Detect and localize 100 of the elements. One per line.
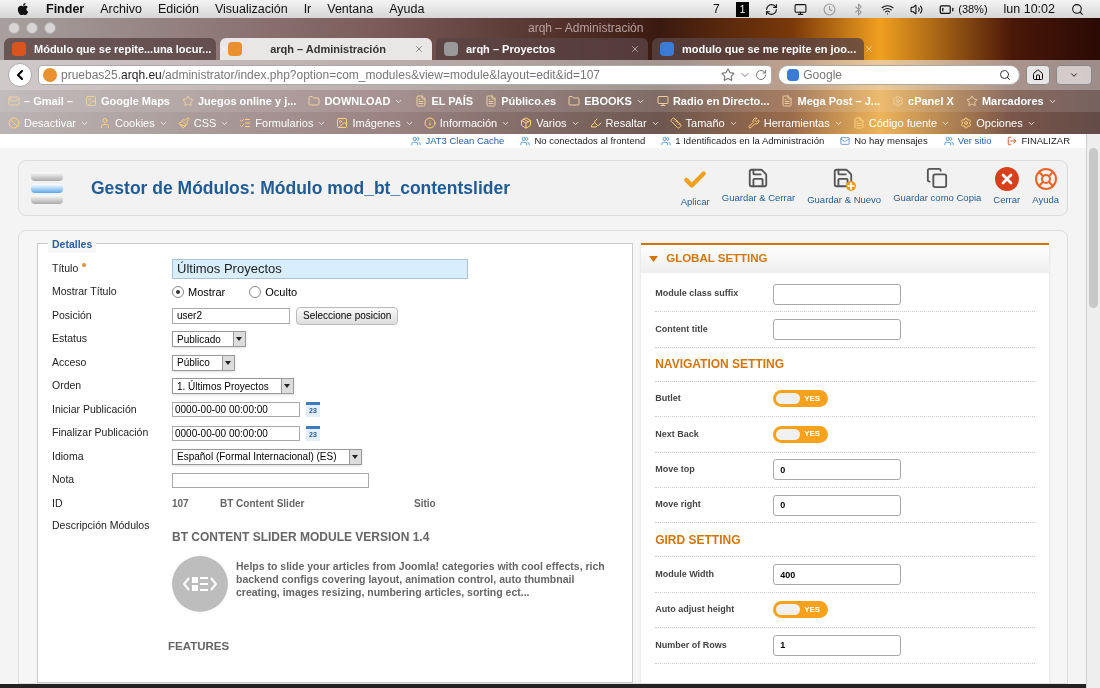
menu-item[interactable]: Ayuda [389, 0, 425, 19]
status-link[interactable]: JAT3 Clean Cache [425, 133, 505, 149]
field-label: Idioma [52, 448, 84, 464]
radio-button[interactable] [172, 286, 184, 299]
sync-icon[interactable] [765, 2, 779, 16]
toolbar-menu[interactable]: Resaltar [605, 114, 647, 132]
setting-field[interactable] [773, 319, 902, 341]
window-control[interactable] [26, 22, 38, 34]
caret-icon [236, 337, 243, 342]
toolbar-button[interactable]: Cerrar [993, 166, 1021, 210]
toolbar-menu[interactable]: Herramientas [763, 114, 830, 132]
home-button[interactable] [1026, 65, 1051, 85]
bookmark-label: Radio en Directo... [672, 93, 770, 109]
window-control[interactable] [44, 22, 56, 34]
menu-item[interactable]: Finder [46, 0, 85, 19]
search-field[interactable]: Google [778, 65, 1021, 85]
close-icon[interactable] [414, 44, 424, 54]
toolbar-menu[interactable]: Imágenes [352, 114, 401, 132]
bookmark-star-icon[interactable] [721, 68, 736, 82]
dropdown[interactable]: Publicado [172, 331, 246, 348]
scrollbar[interactable] [1086, 134, 1100, 688]
status-item: No hay mensajes [854, 133, 928, 148]
setting-field[interactable]: 0 [773, 494, 902, 516]
toolbar-button[interactable]: Guardar como Copia [893, 166, 982, 210]
bookmark[interactable]: Marcadores [965, 92, 1057, 110]
wifi-icon[interactable] [881, 2, 895, 16]
setting-field[interactable]: 1 [773, 634, 902, 656]
menu-item[interactable]: Archivo [100, 0, 142, 19]
setting-field[interactable]: 0 [773, 459, 902, 481]
volume-icon[interactable] [910, 2, 924, 16]
setting-field[interactable] [773, 283, 902, 305]
menu-item[interactable]: Edición [157, 0, 199, 19]
back-button[interactable] [8, 63, 32, 87]
bookmark[interactable]: Radio en Directo... [656, 92, 770, 110]
toolbar-menu[interactable]: Varios [536, 114, 567, 132]
menu-item[interactable]: Ventana [327, 0, 374, 19]
bookmark[interactable]: EBOOKS [568, 92, 645, 110]
title-field[interactable]: Últimos Proyectos [172, 258, 468, 279]
dropdown[interactable]: Público [172, 354, 235, 371]
address-field[interactable]: pruebas25.arqh.eu/administrator/index.php?option=com_modules&view=module&layout=edit&id=107 [38, 65, 773, 85]
radio-button[interactable] [249, 286, 262, 299]
toolbar-button[interactable]: Guardar & Cerrar [721, 166, 796, 210]
bookmark-label: DOWNLOAD [324, 93, 391, 109]
badge-status[interactable]: 7 [712, 0, 720, 18]
dropdown[interactable]: 1. Últimos Proyectos [172, 378, 294, 395]
bookmark-icon [781, 95, 794, 107]
clock-icon[interactable] [823, 2, 837, 16]
tab-title: arqh – Proyectos [466, 41, 557, 57]
browser-tab[interactable]: arqh – Administración [220, 38, 432, 60]
close-icon[interactable] [630, 44, 640, 54]
search-icon[interactable] [1071, 2, 1084, 16]
toolbar-icon[interactable] [589, 117, 602, 129]
radio-option[interactable]: Oculto [249, 284, 298, 301]
window-control[interactable] [8, 22, 20, 34]
toolbar-icon[interactable] [423, 117, 436, 129]
search-icon[interactable] [999, 69, 1012, 81]
status-link[interactable]: Ver sitio [957, 133, 992, 149]
close-icon[interactable] [864, 44, 875, 54]
desktop-status[interactable]: 1 [735, 1, 750, 17]
toolbar-icon[interactable] [336, 117, 349, 129]
note-field[interactable] [172, 472, 369, 488]
reload-icon[interactable] [755, 69, 768, 81]
bookmark-icon [965, 95, 978, 107]
menu-clock[interactable]: lun 10:02 [1003, 0, 1055, 19]
menu-item[interactable]: Visualización [214, 0, 288, 19]
toolbar-menu[interactable]: Información [439, 114, 498, 132]
bookmark[interactable]: Público.es [485, 92, 557, 110]
position-field[interactable]: user2 [172, 307, 290, 324]
users-icon [661, 136, 672, 146]
setting-field[interactable]: 400 [773, 564, 902, 586]
toolbar-button[interactable]: Aplicar [680, 166, 710, 210]
field-label: Acceso [52, 354, 87, 370]
display-icon[interactable] [794, 2, 808, 16]
toolbar-icon[interactable] [520, 117, 533, 129]
bookmark-icon [892, 95, 904, 107]
toolbar-button[interactable]: Ayuda [1032, 166, 1059, 210]
menu-item[interactable]: Ir [303, 0, 312, 19]
dropdown[interactable]: Español (Formal Internacional) (ES) [172, 448, 362, 465]
caret-icon [1069, 70, 1080, 80]
setting-label: Content title [655, 322, 709, 336]
select-position-button[interactable]: Seleccione posicion [296, 306, 399, 325]
radio-option[interactable]: Mostrar [172, 284, 226, 301]
field-label: Mostrar Título [52, 284, 117, 300]
bookmark-label: Mega Post – J... [797, 93, 880, 109]
apple-icon[interactable] [16, 2, 30, 16]
addon-button[interactable] [1056, 65, 1092, 85]
setting-label: Module Width [655, 567, 716, 581]
bookmark-label: Google Maps [100, 93, 170, 109]
toolbar-icon[interactable] [960, 117, 973, 129]
browser-tab[interactable]: arqh – Proyectos [436, 38, 648, 60]
bookmark[interactable]: EL PAÍS [415, 92, 474, 110]
toolbar-menu[interactable]: Tamaño [685, 114, 725, 132]
toolbar-button[interactable]: Guardar & Nuevo [807, 166, 882, 210]
toolbar-icon[interactable] [747, 117, 760, 129]
toolbar-menu[interactable]: Opciones [976, 114, 1023, 132]
date-field[interactable]: 0000-00-00 00:00:00 [172, 402, 300, 418]
toolbar-icon[interactable] [669, 117, 682, 129]
toolbar-icon[interactable] [239, 117, 252, 129]
search-engine-icon [787, 69, 800, 81]
date-field[interactable]: 0000-00-00 00:00:00 [172, 425, 300, 441]
